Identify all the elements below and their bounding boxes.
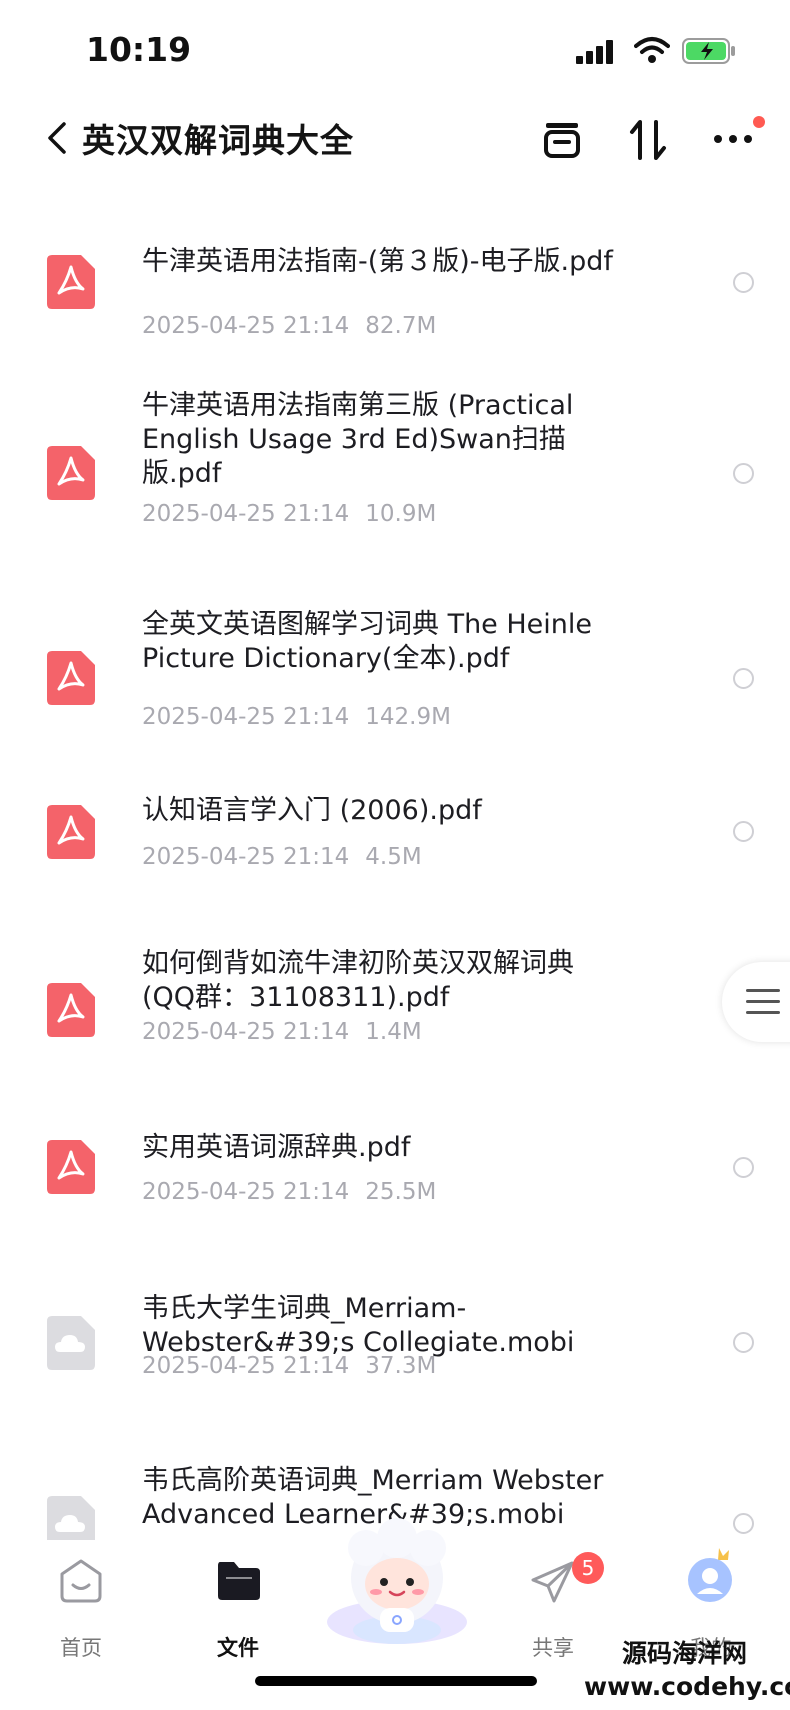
file-size: 142.9M bbox=[365, 704, 451, 730]
file-name: 全英文英语图解学习词典 The Heinle Picture Dictionar… bbox=[142, 609, 593, 674]
file-meta: 2025-04-25 21:14 82.7M bbox=[142, 313, 436, 339]
share-count-badge: 5 bbox=[572, 1552, 604, 1584]
file-meta: 2025-04-25 21:14 25.5M bbox=[142, 1179, 436, 1205]
file-name: 韦氏大学生词典_Merriam-Webster&#39;s Collegiate… bbox=[142, 1293, 575, 1358]
tab-home[interactable]: 首页 bbox=[21, 1540, 141, 1660]
file-meta: 2025-04-25 21:14 37.3M bbox=[142, 1353, 436, 1379]
side-menu-handle[interactable] bbox=[722, 962, 790, 1042]
file-name: 如何倒背如流牛津初阶英汉双解词典(QQ群：31108311).pdf bbox=[142, 948, 574, 1013]
status-bar: 10:19 bbox=[0, 0, 790, 100]
wifi-icon bbox=[634, 37, 670, 63]
avatar-crown-icon bbox=[688, 1548, 732, 1602]
tab-files[interactable]: 文件 bbox=[178, 1540, 298, 1660]
file-date: 2025-04-25 21:14 bbox=[142, 844, 350, 870]
notification-dot bbox=[753, 116, 765, 128]
select-radio[interactable] bbox=[733, 272, 754, 293]
status-time: 10:19 bbox=[86, 30, 192, 69]
tab-label: 共享 bbox=[532, 1636, 574, 1660]
select-radio[interactable] bbox=[733, 668, 754, 689]
assistant-mascot-icon[interactable] bbox=[322, 1510, 472, 1645]
page-title: 英汉双解词典大全 bbox=[82, 121, 354, 160]
folder-icon bbox=[218, 1562, 260, 1600]
select-radio[interactable] bbox=[733, 463, 754, 484]
file-date: 2025-04-25 21:14 bbox=[142, 1179, 350, 1205]
back-chevron-icon[interactable] bbox=[42, 118, 72, 158]
select-radio[interactable] bbox=[733, 821, 754, 842]
watermark-line2: www.codehy.com bbox=[584, 1672, 790, 1701]
file-name: 牛津英语用法指南-(第３版)-电子版.pdf bbox=[142, 246, 613, 277]
cellular-signal-icon bbox=[576, 40, 613, 64]
pdf-file-icon bbox=[47, 805, 95, 859]
more-icon[interactable] bbox=[712, 132, 754, 146]
file-size: 82.7M bbox=[365, 313, 437, 339]
pdf-file-icon bbox=[47, 651, 95, 705]
file-date: 2025-04-25 21:14 bbox=[142, 1353, 350, 1379]
file-meta: 2025-04-25 21:14 10.9M bbox=[142, 501, 436, 527]
menu-line-icon bbox=[746, 989, 780, 992]
file-size: 37.3M bbox=[365, 1353, 437, 1379]
paper-plane-icon bbox=[531, 1561, 574, 1603]
home-face-icon bbox=[60, 1559, 102, 1603]
watermark-line1: 源码海洋网 bbox=[622, 1639, 748, 1668]
file-date: 2025-04-25 21:14 bbox=[142, 1019, 350, 1045]
file-meta: 2025-04-25 21:14 4.5M bbox=[142, 844, 422, 870]
file-date: 2025-04-25 21:14 bbox=[142, 313, 350, 339]
archive-icon[interactable] bbox=[542, 120, 582, 160]
file-date: 2025-04-25 21:14 bbox=[142, 704, 350, 730]
pdf-file-icon bbox=[47, 255, 95, 309]
select-radio[interactable] bbox=[733, 1513, 754, 1534]
menu-line-icon bbox=[746, 1000, 780, 1003]
sort-icon[interactable] bbox=[628, 118, 668, 162]
file-meta: 2025-04-25 21:14 142.9M bbox=[142, 704, 451, 730]
battery-charging-icon bbox=[682, 38, 735, 64]
select-radio[interactable] bbox=[733, 1157, 754, 1178]
tab-label: 首页 bbox=[60, 1636, 102, 1660]
file-date: 2025-04-25 21:14 bbox=[142, 501, 350, 527]
cloud-file-icon bbox=[47, 1316, 95, 1370]
file-meta: 2025-04-25 21:14 1.4M bbox=[142, 1019, 422, 1045]
home-indicator[interactable] bbox=[255, 1676, 537, 1686]
file-name: 认知语言学入门 (2006).pdf bbox=[142, 795, 482, 826]
file-size: 25.5M bbox=[365, 1179, 437, 1205]
file-size: 10.9M bbox=[365, 501, 437, 527]
pdf-file-icon bbox=[47, 983, 95, 1037]
file-name: 牛津英语用法指南第三版 (Practical English Usage 3rd… bbox=[142, 390, 574, 489]
pdf-file-icon bbox=[47, 446, 95, 500]
file-size: 4.5M bbox=[365, 844, 422, 870]
pdf-file-icon bbox=[47, 1140, 95, 1194]
tab-label: 文件 bbox=[217, 1636, 259, 1660]
menu-line-icon bbox=[746, 1011, 780, 1014]
select-radio[interactable] bbox=[733, 1332, 754, 1353]
file-size: 1.4M bbox=[365, 1019, 422, 1045]
file-name: 实用英语词源辞典.pdf bbox=[142, 1132, 411, 1163]
